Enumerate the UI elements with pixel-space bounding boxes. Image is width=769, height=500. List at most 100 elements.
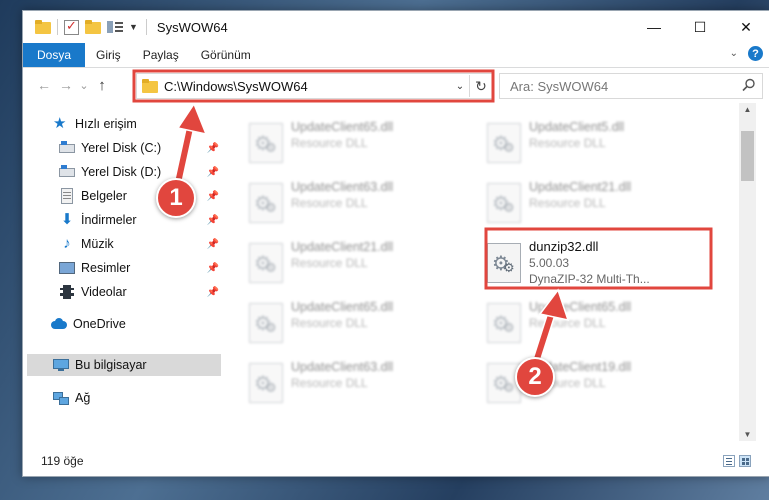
annotation-badge-1: 1 (156, 178, 196, 218)
music-icon: ♪ (63, 235, 71, 252)
pin-icon[interactable]: 📌 (207, 287, 219, 298)
list-view-icon[interactable] (107, 20, 123, 34)
file-name: dunzip32.dll (529, 239, 599, 254)
close-button[interactable]: ✕ (723, 11, 769, 43)
dll-file-icon (487, 123, 521, 163)
pin-icon[interactable]: 📌 (207, 263, 219, 274)
maximize-button[interactable]: ☐ (677, 11, 723, 43)
tab-dosya[interactable]: Dosya (23, 43, 86, 67)
navigation-pane: ★ Hızlı erişim Yerel Disk (C:) 📌 Yerel D… (23, 103, 221, 443)
sidebar-item-onedrive[interactable]: OneDrive (51, 313, 221, 335)
file-item[interactable]: UpdateClient63.dll Resource DLL (249, 359, 479, 409)
scroll-up-icon[interactable]: ▲ (739, 105, 756, 114)
file-item[interactable]: UpdateClient21.dll Resource DLL (249, 239, 479, 289)
sidebar-item-label: Resimler (81, 261, 131, 275)
dll-file-icon (249, 243, 283, 283)
sidebar-item-label: Belgeler (81, 189, 127, 203)
pin-icon[interactable]: 📌 (207, 143, 219, 154)
refresh-icon[interactable]: ↻ (469, 75, 492, 97)
address-path[interactable]: C:\Windows\SysWOW64 (164, 79, 451, 94)
sidebar-item-music[interactable]: ♪ Müzik 📌 (59, 233, 219, 255)
tab-giris[interactable]: Giriş (85, 43, 132, 67)
details-view-icon[interactable] (723, 455, 735, 467)
file-item[interactable]: UpdateClient21.dll Resource DLL (487, 179, 717, 229)
address-history-chevron-down-icon[interactable]: ⌄ (451, 81, 469, 92)
file-list: UpdateClient65.dll Resource DLL UpdateCli… (223, 103, 751, 443)
sidebar-item-network[interactable]: Ağ (53, 387, 221, 409)
file-name: UpdateClient65.dll (529, 300, 632, 314)
ribbon-right-controls: ⌄ ? (730, 46, 763, 61)
window-title: SysWOW64 (156, 19, 228, 35)
item-count: 119 öğe (41, 454, 84, 468)
sidebar-item-this-pc[interactable]: Bu bilgisayar (27, 354, 221, 376)
scroll-thumb[interactable] (741, 131, 754, 181)
dll-file-icon (249, 123, 283, 163)
file-description: Resource DLL (291, 256, 368, 270)
address-bar[interactable]: C:\Windows\SysWOW64 ⌄ ↻ (136, 73, 493, 99)
file-version: 5.00.03 (529, 256, 570, 270)
dll-file-icon (249, 183, 283, 223)
expand-ribbon-chevron-down-icon[interactable]: ⌄ (730, 48, 738, 59)
tab-gorunum[interactable]: Görünüm (190, 43, 262, 67)
sidebar-item-label: OneDrive (73, 317, 126, 331)
back-arrow-icon[interactable]: ← (33, 77, 55, 93)
sidebar-item-label: Müzik (81, 237, 114, 251)
search-icon (742, 78, 755, 92)
vertical-scrollbar[interactable]: ▲ ▼ (739, 103, 756, 441)
tab-paylas[interactable]: Paylaş (132, 43, 190, 67)
computer-icon (53, 357, 69, 373)
search-placeholder: Ara: SysWOW64 (510, 78, 609, 94)
file-item[interactable]: UpdateClient5.dll Resource DLL (487, 119, 717, 169)
tiles-view-icon[interactable] (739, 455, 751, 467)
drive-icon (59, 140, 75, 156)
network-icon (53, 390, 69, 406)
sidebar-item-local-disk-d[interactable]: Yerel Disk (D:) 📌 (59, 161, 219, 183)
file-item-dunzip32[interactable]: dunzip32.dll 5.00.03 DynaZIP-32 Multi-Th… (487, 239, 717, 289)
pin-icon[interactable]: 📌 (207, 167, 219, 178)
file-name: UpdateClient63.dll (291, 180, 394, 194)
file-description: Resource DLL (291, 196, 368, 210)
pin-icon[interactable]: 📌 (207, 215, 219, 226)
sidebar-item-label: Ağ (75, 391, 91, 405)
file-name: UpdateClient65.dll (291, 300, 394, 314)
forward-arrow-icon[interactable]: → (55, 77, 77, 93)
file-description: Resource DLL (291, 376, 368, 390)
new-folder-icon[interactable] (85, 19, 101, 35)
folder-icon (35, 19, 51, 35)
sidebar-item-label: Videolar (81, 285, 127, 299)
sidebar-item-local-disk-c[interactable]: Yerel Disk (C:) 📌 (59, 137, 219, 159)
search-input[interactable]: Ara: SysWOW64 (499, 73, 763, 99)
sidebar-item-videos[interactable]: Videolar 📌 (59, 281, 219, 303)
status-bar: 119 öğe (23, 447, 769, 475)
drive-icon (59, 164, 75, 180)
file-item[interactable]: UpdateClient63.dll Resource DLL (249, 179, 479, 229)
file-description: Resource DLL (529, 316, 606, 330)
window-controls: — ☐ ✕ (631, 11, 769, 43)
pin-icon[interactable]: 📌 (207, 191, 219, 202)
recent-locations-chevron-down-icon[interactable]: ⌄ (77, 79, 91, 92)
sidebar-item-quick-access[interactable]: ★ Hızlı erişim (53, 113, 221, 135)
file-name: UpdateClient21.dll (529, 180, 632, 194)
scroll-down-icon[interactable]: ▼ (739, 430, 756, 439)
properties-check-icon[interactable] (64, 18, 79, 35)
file-item[interactable]: UpdateClient65.dll Resource DLL (249, 119, 479, 169)
sidebar-item-pictures[interactable]: Resimler 📌 (59, 257, 219, 279)
file-description: DynaZIP-32 Multi-Th... (529, 272, 650, 286)
file-item[interactable]: UpdateClient65.dll Resource DLL (249, 299, 479, 349)
help-icon[interactable]: ? (748, 46, 763, 61)
up-arrow-icon[interactable]: ↑ (91, 77, 113, 94)
toolbar-separator (57, 19, 58, 35)
star-icon: ★ (53, 115, 67, 132)
file-item[interactable]: UpdateClient65.dll Resource DLL (487, 299, 717, 349)
cloud-icon (51, 316, 67, 332)
sidebar-item-label: Hızlı erişim (75, 117, 137, 131)
title-bar: ▼ SysWOW64 — ☐ ✕ (23, 11, 769, 43)
sidebar-item-downloads[interactable]: ⬇ İndirmeler 📌 (59, 209, 219, 231)
ribbon-tabs: Dosya Giriş Paylaş Görünüm ⌄ ? (23, 43, 769, 68)
minimize-button[interactable]: — (631, 11, 677, 43)
pin-icon[interactable]: 📌 (207, 239, 219, 250)
file-description: Resource DLL (291, 316, 368, 330)
customize-toolbar-chevron-down-icon[interactable]: ▼ (129, 22, 138, 32)
sidebar-item-label: Bu bilgisayar (75, 358, 147, 372)
file-name: UpdateClient63.dll (291, 360, 394, 374)
